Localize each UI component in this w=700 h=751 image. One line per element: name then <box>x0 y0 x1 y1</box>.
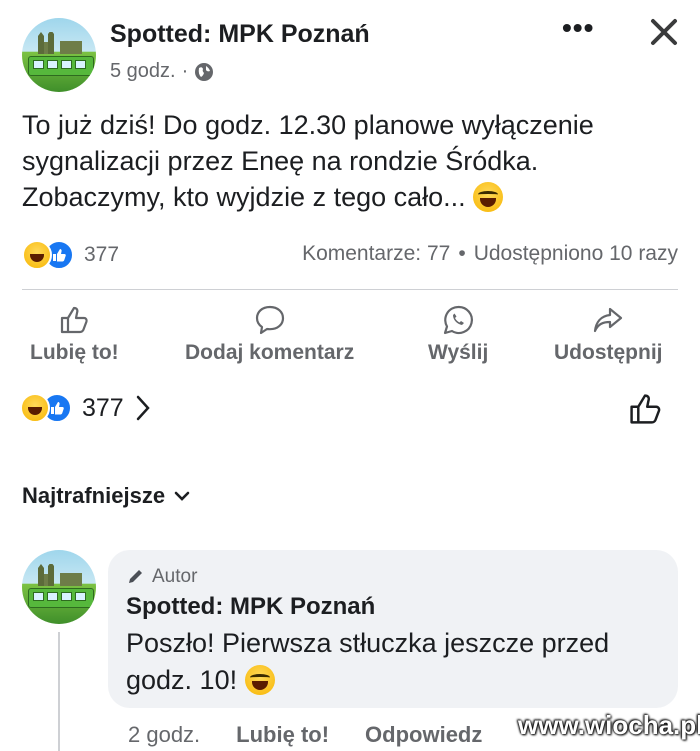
comment-text-line: Poszło! Pierwsza stłuczka jeszcze przed <box>126 628 610 658</box>
comment-icon <box>255 305 284 335</box>
post-text-last-line: Zobaczymy, kto wyjdzie z tego cało... <box>22 179 682 215</box>
reactions-count: 377 <box>82 393 124 422</box>
post-text-line: Zobaczymy, kto wyjdzie z tego cało... <box>22 182 466 212</box>
comment-text: Poszło! Pierwsza stłuczka jeszcze przed … <box>126 625 666 699</box>
watermark: www.wiocha.pl <box>518 710 700 740</box>
reactions-bar[interactable]: 377 <box>20 393 152 423</box>
send-button[interactable]: Wyślij <box>428 303 488 365</box>
post-meta: 5 godz. · <box>110 60 214 83</box>
engagement-stats: Komentarze: 77 • Udostępniono 10 razy <box>302 242 678 266</box>
share-label: Udostępnij <box>554 341 663 364</box>
stats-separator: • <box>458 242 466 265</box>
page-avatar[interactable] <box>22 18 96 92</box>
thumbs-up-icon <box>61 306 89 334</box>
haha-reaction-icon <box>22 240 52 270</box>
reaction-summary[interactable]: 377 <box>22 240 119 270</box>
cathedral-silhouette <box>38 564 82 586</box>
more-options-button[interactable]: ••• <box>562 12 594 44</box>
grinning-sweat-emoji-icon <box>244 665 275 695</box>
grinning-sweat-emoji-icon <box>473 182 504 212</box>
comment-like-button[interactable]: Lubię to! <box>236 722 329 748</box>
bus-illustration <box>28 588 94 608</box>
chevron-down-icon <box>174 491 190 501</box>
comment-reply-button[interactable]: Odpowiedz <box>365 722 482 748</box>
chevron-right-icon <box>136 395 150 421</box>
comment-author-avatar[interactable] <box>22 550 96 624</box>
pencil-icon <box>129 570 142 583</box>
thread-line <box>58 632 60 751</box>
share-button[interactable]: Udostępnij <box>554 303 663 365</box>
comment-sort-dropdown[interactable]: Najtrafniejsze <box>22 483 191 509</box>
comment-label: Dodaj komentarz <box>185 341 355 364</box>
comment-text-line: godz. 10! <box>126 665 238 695</box>
more-dots-icon: ••• <box>562 12 595 43</box>
thumbs-up-icon[interactable] <box>626 390 664 428</box>
comment-text-last-line: godz. 10! <box>126 662 666 699</box>
globe-icon <box>195 62 214 81</box>
post-text-line: To już dziś! Do godz. 12.30 planowe wyłą… <box>22 110 594 140</box>
comment-actions: 2 godz. Lubię to! Odpowiedz <box>128 722 482 748</box>
comments-count[interactable]: Komentarze: 77 <box>302 242 450 266</box>
post-text: To już dziś! Do godz. 12.30 planowe wyłą… <box>22 107 682 215</box>
like-label: Lubię to! <box>30 341 119 364</box>
close-icon[interactable] <box>648 16 680 48</box>
bus-illustration <box>28 56 94 76</box>
page-name[interactable]: Spotted: MPK Poznań <box>110 20 370 49</box>
haha-reaction-icon <box>20 393 50 423</box>
cathedral-silhouette <box>38 32 82 54</box>
comment-bubble[interactable]: Autor Spotted: MPK Poznań Poszło! Pierws… <box>108 550 678 708</box>
reaction-count: 377 <box>84 243 120 266</box>
author-badge: Autor <box>126 566 197 588</box>
comment-time[interactable]: 2 godz. <box>128 722 200 748</box>
author-badge-label: Autor <box>152 566 198 587</box>
shares-count[interactable]: Udostępniono 10 razy <box>474 242 678 266</box>
post-time[interactable]: 5 godz. <box>110 60 176 83</box>
send-label: Wyślij <box>428 341 489 364</box>
whatsapp-icon <box>444 305 474 335</box>
comment-button[interactable]: Dodaj komentarz <box>185 303 354 365</box>
post-text-line: sygnalizacji przez Eneę na rondzie Śródk… <box>22 146 539 176</box>
sort-label: Najtrafniejsze <box>22 483 166 508</box>
divider <box>22 289 678 290</box>
like-button[interactable]: Lubię to! <box>30 303 119 365</box>
comment-author-name[interactable]: Spotted: MPK Poznań <box>126 593 375 621</box>
share-arrow-icon <box>594 307 623 333</box>
meta-separator: · <box>181 60 189 82</box>
